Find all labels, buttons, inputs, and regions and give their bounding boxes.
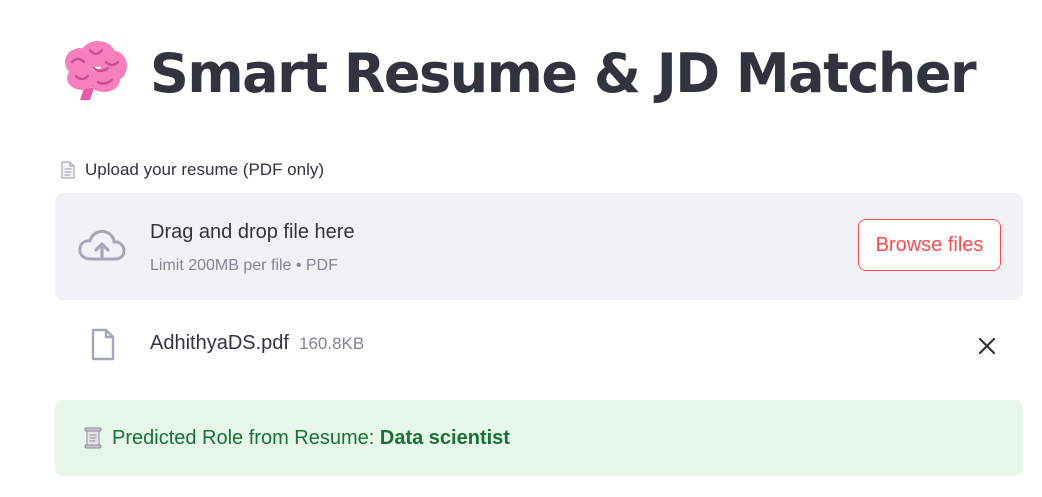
file-size: 160.8KB — [298, 334, 365, 353]
scroll-icon — [84, 427, 102, 449]
dropzone-subtitle: Limit 200MB per file • PDF — [150, 257, 338, 274]
browse-files-button[interactable]: Browse files — [858, 219, 1001, 271]
uploaded-file-name: AdhithyaDS.pdf 160.8KB — [150, 332, 364, 355]
file-dropzone[interactable]: Drag and drop file here Limit 200MB per … — [55, 193, 1023, 300]
file-name-text: AdhithyaDS.pdf — [150, 332, 289, 354]
file-icon — [91, 328, 115, 361]
prediction-label: Predicted Role from Resume: — [112, 426, 380, 449]
predicted-role: Data scientist — [379, 426, 510, 449]
uploaded-file-row: AdhithyaDS.pdf 160.8KB — [55, 318, 1023, 374]
document-icon — [61, 161, 75, 179]
dropzone-title: Drag and drop file here — [150, 221, 355, 243]
uploader-label: Upload your resume (PDF only) — [60, 160, 324, 180]
brain-icon — [65, 41, 127, 100]
close-icon[interactable] — [977, 336, 997, 356]
page-title: Smart Resume & JD Matcher — [150, 41, 977, 105]
cloud-upload-icon — [78, 229, 126, 261]
uploader-label-text: Upload your resume (PDF only) — [85, 160, 325, 179]
app-main: Smart Resume & JD Matcher Upload your re… — [0, 0, 1042, 497]
page-header: Smart Resume & JD Matcher — [60, 38, 977, 108]
prediction-alert: Predicted Role from Resume: Data scienti… — [55, 400, 1023, 476]
